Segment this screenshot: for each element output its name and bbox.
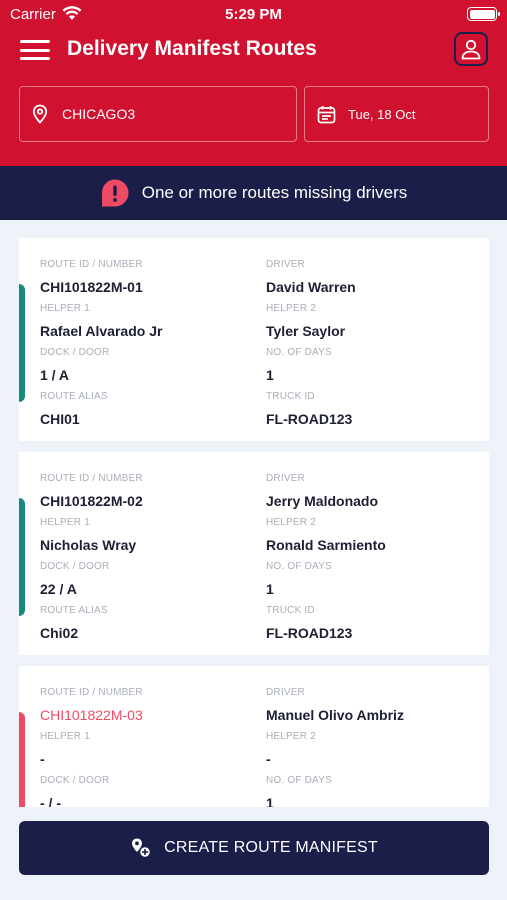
- helper2-value: -: [266, 751, 271, 767]
- driver-value: Manuel Olivo Ambriz: [266, 707, 404, 723]
- route-id-label: ROUTE ID / NUMBER: [40, 687, 143, 698]
- alias-value: CHI01: [40, 411, 80, 427]
- route-id-value: CHI101822M-01: [40, 279, 143, 295]
- route-id-value: CHI101822M-02: [40, 493, 143, 509]
- helper1-label: HELPER 1: [40, 517, 90, 528]
- create-route-manifest-button[interactable]: CREATE ROUTE MANIFEST: [19, 821, 489, 875]
- location-selector[interactable]: CHICAGO3: [19, 86, 297, 142]
- route-id-value: CHI101822M-03: [40, 707, 143, 723]
- dock-label: DOCK / DOOR: [40, 775, 110, 786]
- route-card[interactable]: ROUTE ID / NUMBER CHI101822M-01 DRIVER Dav…: [19, 238, 489, 441]
- route-status-indicator: [19, 498, 25, 616]
- driver-value: David Warren: [266, 279, 356, 295]
- alert-text: One or more routes missing drivers: [141, 183, 408, 202]
- user-icon: [461, 39, 481, 60]
- helper2-label: HELPER 2: [266, 731, 316, 742]
- alias-label: ROUTE ALIAS: [40, 605, 108, 616]
- dock-value: - / -: [40, 795, 61, 807]
- driver-label: DRIVER: [266, 473, 305, 484]
- menu-icon[interactable]: [20, 38, 50, 62]
- date-selector[interactable]: Tue, 18 Oct: [304, 86, 489, 142]
- days-label: NO. OF DAYS: [266, 347, 332, 358]
- route-card[interactable]: ROUTE ID / NUMBER CHI101822M-03 DRIVER Man…: [19, 666, 489, 807]
- helper1-label: HELPER 1: [40, 731, 90, 742]
- helper2-label: HELPER 2: [266, 303, 316, 314]
- dock-value: 22 / A: [40, 581, 77, 597]
- profile-button[interactable]: [454, 32, 488, 66]
- page-title: Delivery Manifest Routes: [67, 37, 317, 60]
- helper1-value: Nicholas Wray: [40, 537, 137, 553]
- truck-label: TRUCK ID: [266, 605, 315, 616]
- calendar-icon: [317, 105, 336, 124]
- dock-label: DOCK / DOOR: [40, 561, 110, 572]
- truck-value: FL-ROAD123: [266, 625, 353, 641]
- date-value: Tue, 18 Oct: [348, 106, 416, 122]
- dock-value: 1 / A: [40, 367, 70, 383]
- helper1-label: HELPER 1: [40, 303, 90, 314]
- helper2-label: HELPER 2: [266, 517, 316, 528]
- missing-drivers-alert[interactable]: One or more routes missing drivers: [0, 166, 507, 220]
- route-add-icon: [130, 837, 152, 859]
- alert-icon: [100, 178, 130, 208]
- location-pin-icon: [32, 104, 48, 124]
- route-status-indicator: [19, 284, 25, 402]
- truck-label: TRUCK ID: [266, 391, 315, 402]
- header: Delivery Manifest Routes CHICAGO3 Tue, 1…: [0, 28, 507, 166]
- helper1-value: -: [40, 751, 45, 767]
- helper2-value: Tyler Saylor: [266, 323, 346, 339]
- days-value: 1: [266, 795, 274, 807]
- truck-value: FL-ROAD123: [266, 411, 353, 427]
- route-id-label: ROUTE ID / NUMBER: [40, 473, 143, 484]
- dock-label: DOCK / DOOR: [40, 347, 110, 358]
- status-bar: Carrier 5:29 PM: [0, 0, 507, 28]
- route-card[interactable]: ROUTE ID / NUMBER CHI101822M-02 DRIVER Jer…: [19, 452, 489, 655]
- clock: 5:29 PM: [225, 6, 282, 23]
- alias-value: Chi02: [40, 625, 79, 641]
- helper2-value: Ronald Sarmiento: [266, 537, 386, 553]
- driver-label: DRIVER: [266, 259, 305, 270]
- route-status-indicator: [19, 712, 25, 807]
- driver-label: DRIVER: [266, 687, 305, 698]
- days-value: 1: [266, 581, 274, 597]
- battery-icon: [467, 7, 500, 21]
- route-id-label: ROUTE ID / NUMBER: [40, 259, 143, 270]
- helper1-value: Rafael Alvarado Jr: [40, 323, 163, 339]
- driver-value: Jerry Maldonado: [266, 493, 379, 509]
- alias-label: ROUTE ALIAS: [40, 391, 108, 402]
- days-value: 1: [266, 367, 274, 383]
- days-label: NO. OF DAYS: [266, 775, 332, 786]
- route-list[interactable]: ROUTE ID / NUMBER CHI101822M-01 DRIVER Dav…: [0, 220, 507, 807]
- days-label: NO. OF DAYS: [266, 561, 332, 572]
- location-value: CHICAGO3: [62, 106, 136, 122]
- create-route-manifest-label: CREATE ROUTE MANIFEST: [164, 839, 378, 856]
